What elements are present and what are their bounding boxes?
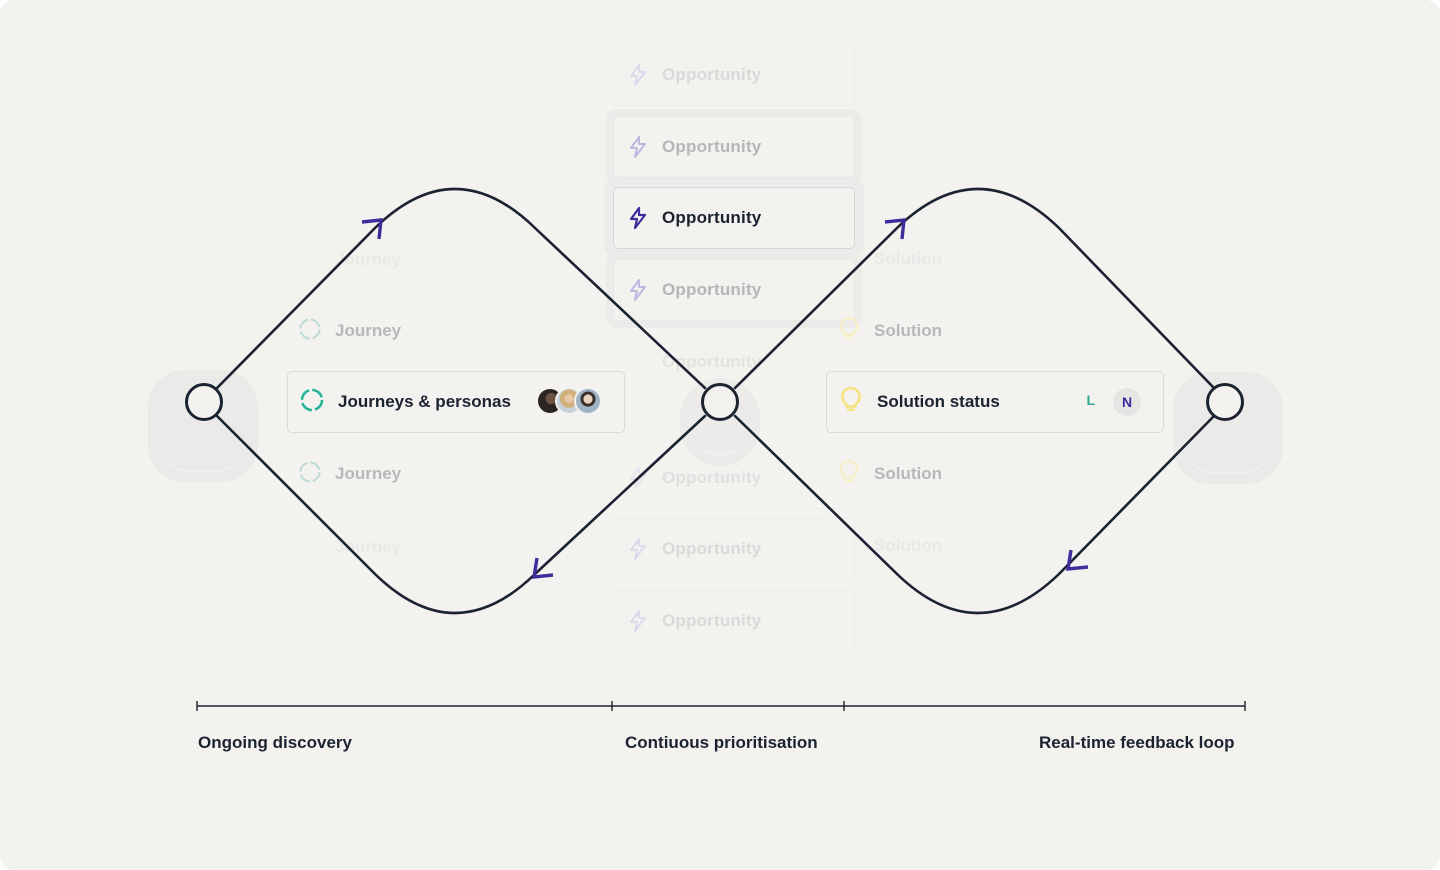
timeline-label-prioritisation: Contiuous prioritisation xyxy=(625,733,818,752)
diagram-canvas: Opportunity Opportunity Opportunity Oppo… xyxy=(0,0,1440,870)
timeline-label-discovery: Ongoing discovery xyxy=(198,733,352,752)
timeline-label-feedback: Real-time feedback loop xyxy=(1039,733,1235,752)
